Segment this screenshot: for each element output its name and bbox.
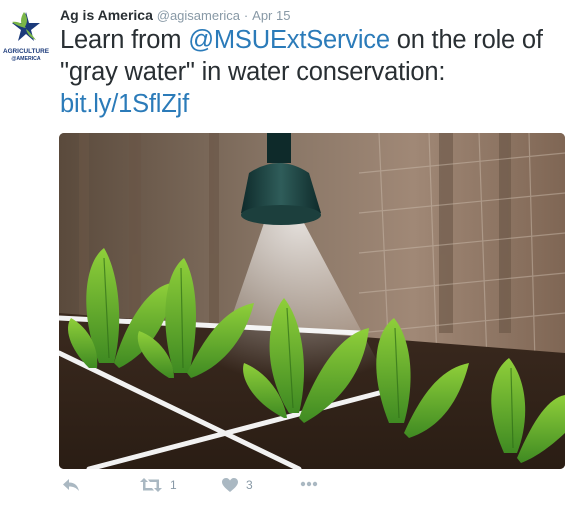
tweet-date[interactable]: Apr 15 — [252, 8, 290, 23]
svg-text:AGRICULTURE: AGRICULTURE — [3, 48, 50, 55]
agriculture-america-logo: AGRICULTURE @AMERICA — [3, 12, 50, 62]
url-link[interactable]: bit.ly/1SflZjf — [60, 90, 189, 118]
mention-link[interactable]: @MSUExtService — [188, 26, 390, 54]
retweet-count: 1 — [170, 478, 177, 492]
author-name[interactable]: Ag is America — [60, 7, 153, 23]
reply-icon — [63, 479, 79, 491]
retweet-icon — [140, 478, 162, 492]
tweet-header: Ag is America @agisamerica · Apr 15 — [60, 7, 290, 23]
avatar[interactable]: AGRICULTURE @AMERICA — [0, 6, 52, 66]
more-icon — [300, 481, 318, 487]
svg-text:@AMERICA: @AMERICA — [11, 56, 41, 62]
more-button[interactable] — [300, 481, 318, 487]
tweet-photo[interactable] — [59, 133, 565, 469]
tweet-text: Learn from @MSUExtService on the role of… — [60, 24, 570, 120]
author-handle[interactable]: @agisamerica — [157, 8, 240, 23]
reply-button[interactable] — [62, 478, 80, 492]
heart-icon — [222, 478, 238, 492]
tweet-text-before: Learn from — [60, 26, 189, 54]
retweet-button[interactable]: 1 — [140, 478, 177, 492]
like-count: 3 — [246, 478, 253, 492]
garden-watering-photo — [59, 133, 565, 469]
header-separator: · — [243, 8, 249, 23]
like-button[interactable]: 3 — [222, 478, 253, 492]
tweet-actions: 1 3 — [60, 478, 560, 500]
